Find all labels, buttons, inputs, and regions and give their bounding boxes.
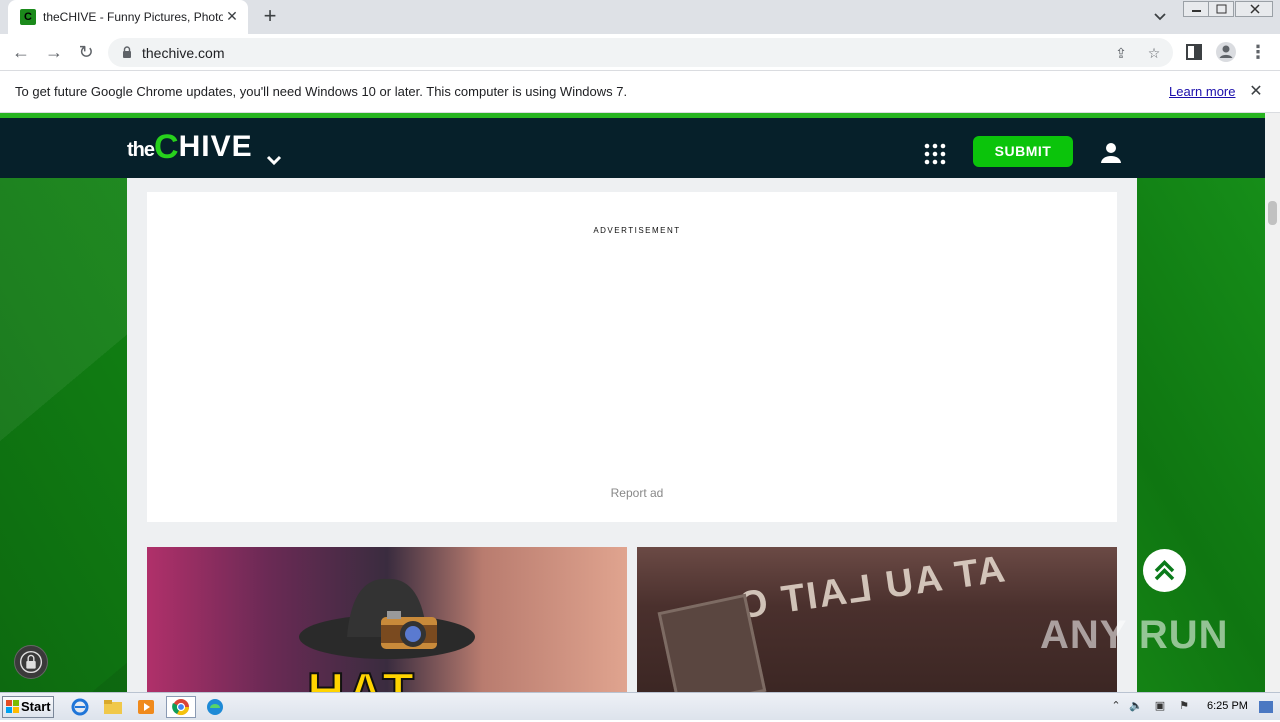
profile-avatar-icon[interactable] [1214, 40, 1238, 64]
url-text[interactable]: thechive.com [142, 45, 224, 61]
submit-button[interactable]: SUBMIT [973, 136, 1073, 167]
content-column: ADVERTISEMENT Report ad HAT AT AU LAIT C [127, 178, 1137, 692]
page-viewport: theCHIVE SUBMIT ADVERTISEMENT Report ad … [0, 113, 1265, 692]
media-player-icon[interactable] [135, 697, 157, 717]
post-thumbnail-hat[interactable]: HAT [147, 547, 627, 692]
bookmark-star-icon[interactable]: ☆ [1145, 44, 1163, 62]
tab-close-icon[interactable]: ✕ [224, 8, 240, 24]
network-icon[interactable]: ▣ [1152, 699, 1168, 715]
windows-flag-icon [6, 700, 19, 713]
tab-search-chevron-icon[interactable] [1150, 8, 1170, 26]
restore-button[interactable] [1208, 1, 1234, 17]
logo-hive: HIVE [178, 130, 253, 163]
apps-grid-icon[interactable] [924, 143, 946, 165]
chocolate-wrapper-text: AT AU LAIT C [735, 548, 1008, 628]
scrollbar-thumb[interactable] [1268, 201, 1277, 225]
start-button[interactable]: Start [2, 696, 54, 718]
window-close-button[interactable] [1235, 1, 1273, 17]
learn-more-link[interactable]: Learn more [1169, 84, 1235, 99]
back-arrow-icon[interactable]: ← [9, 40, 33, 64]
start-label: Start [21, 699, 51, 714]
address-bar[interactable]: thechive.com ⇪ ☆ [108, 38, 1173, 67]
side-panel-icon[interactable] [1182, 40, 1206, 64]
action-center-flag-icon[interactable]: ⚑ [1176, 699, 1192, 715]
tab-strip: C theCHIVE - Funny Pictures, Photos, ✕ + [0, 0, 1280, 34]
volume-icon[interactable]: 🔈 [1128, 699, 1144, 715]
infobar-message: To get future Google Chrome updates, you… [15, 84, 628, 99]
minimize-button[interactable] [1183, 1, 1209, 17]
file-explorer-icon[interactable] [102, 697, 124, 717]
windows-taskbar: Start ⌃ 🔈 ▣ ⚑ 6:25 PM [0, 692, 1280, 720]
chevron-down-icon[interactable] [266, 154, 282, 166]
advertisement-label: ADVERTISEMENT [593, 226, 681, 235]
thechive-logo[interactable]: theCHIVE [127, 130, 253, 166]
internet-explorer-icon[interactable] [69, 697, 91, 717]
chrome-taskbar-button[interactable] [166, 696, 196, 718]
taskbar-clock[interactable]: 6:25 PM [1207, 700, 1248, 712]
advertisement-box: ADVERTISEMENT Report ad [147, 192, 1117, 522]
tab-title: theCHIVE - Funny Pictures, Photos, [43, 10, 223, 24]
site-header: theCHIVE SUBMIT [0, 118, 1265, 178]
chrome-icon [172, 699, 190, 716]
browser-tab[interactable]: C theCHIVE - Funny Pictures, Photos, ✕ [8, 0, 248, 34]
logo-the: the [127, 139, 155, 161]
report-ad-link[interactable]: Report ad [147, 486, 1127, 500]
anyrun-watermark: ANY RUN [1040, 613, 1229, 657]
scroll-to-top-icon[interactable] [1143, 549, 1186, 592]
floating-lock-icon[interactable] [14, 645, 48, 679]
edge-icon[interactable] [204, 697, 226, 717]
new-tab-button[interactable]: + [258, 5, 282, 29]
chrome-menu-icon[interactable]: ⋮ [1246, 40, 1270, 64]
browser-toolbar: ← → ↻ thechive.com ⇪ ☆ ⋮ [0, 34, 1280, 71]
reload-icon[interactable]: ↻ [74, 40, 98, 64]
page-scrollbar[interactable] [1265, 113, 1280, 692]
lock-icon[interactable] [122, 46, 132, 58]
update-infobar: To get future Google Chrome updates, you… [0, 71, 1280, 113]
tray-expand-icon[interactable]: ⌃ [1108, 699, 1124, 715]
infobar-close-icon[interactable]: ✕ [1248, 81, 1264, 100]
thechive-favicon-icon: C [20, 9, 36, 25]
share-icon[interactable]: ⇪ [1112, 44, 1130, 62]
camera-icon [381, 611, 437, 649]
logo-c: C [154, 128, 179, 166]
user-account-icon[interactable] [1100, 142, 1122, 164]
forward-arrow-icon[interactable]: → [42, 40, 66, 64]
thumbnail-caption: HAT [306, 662, 417, 692]
show-desktop-icon[interactable] [1259, 701, 1273, 713]
